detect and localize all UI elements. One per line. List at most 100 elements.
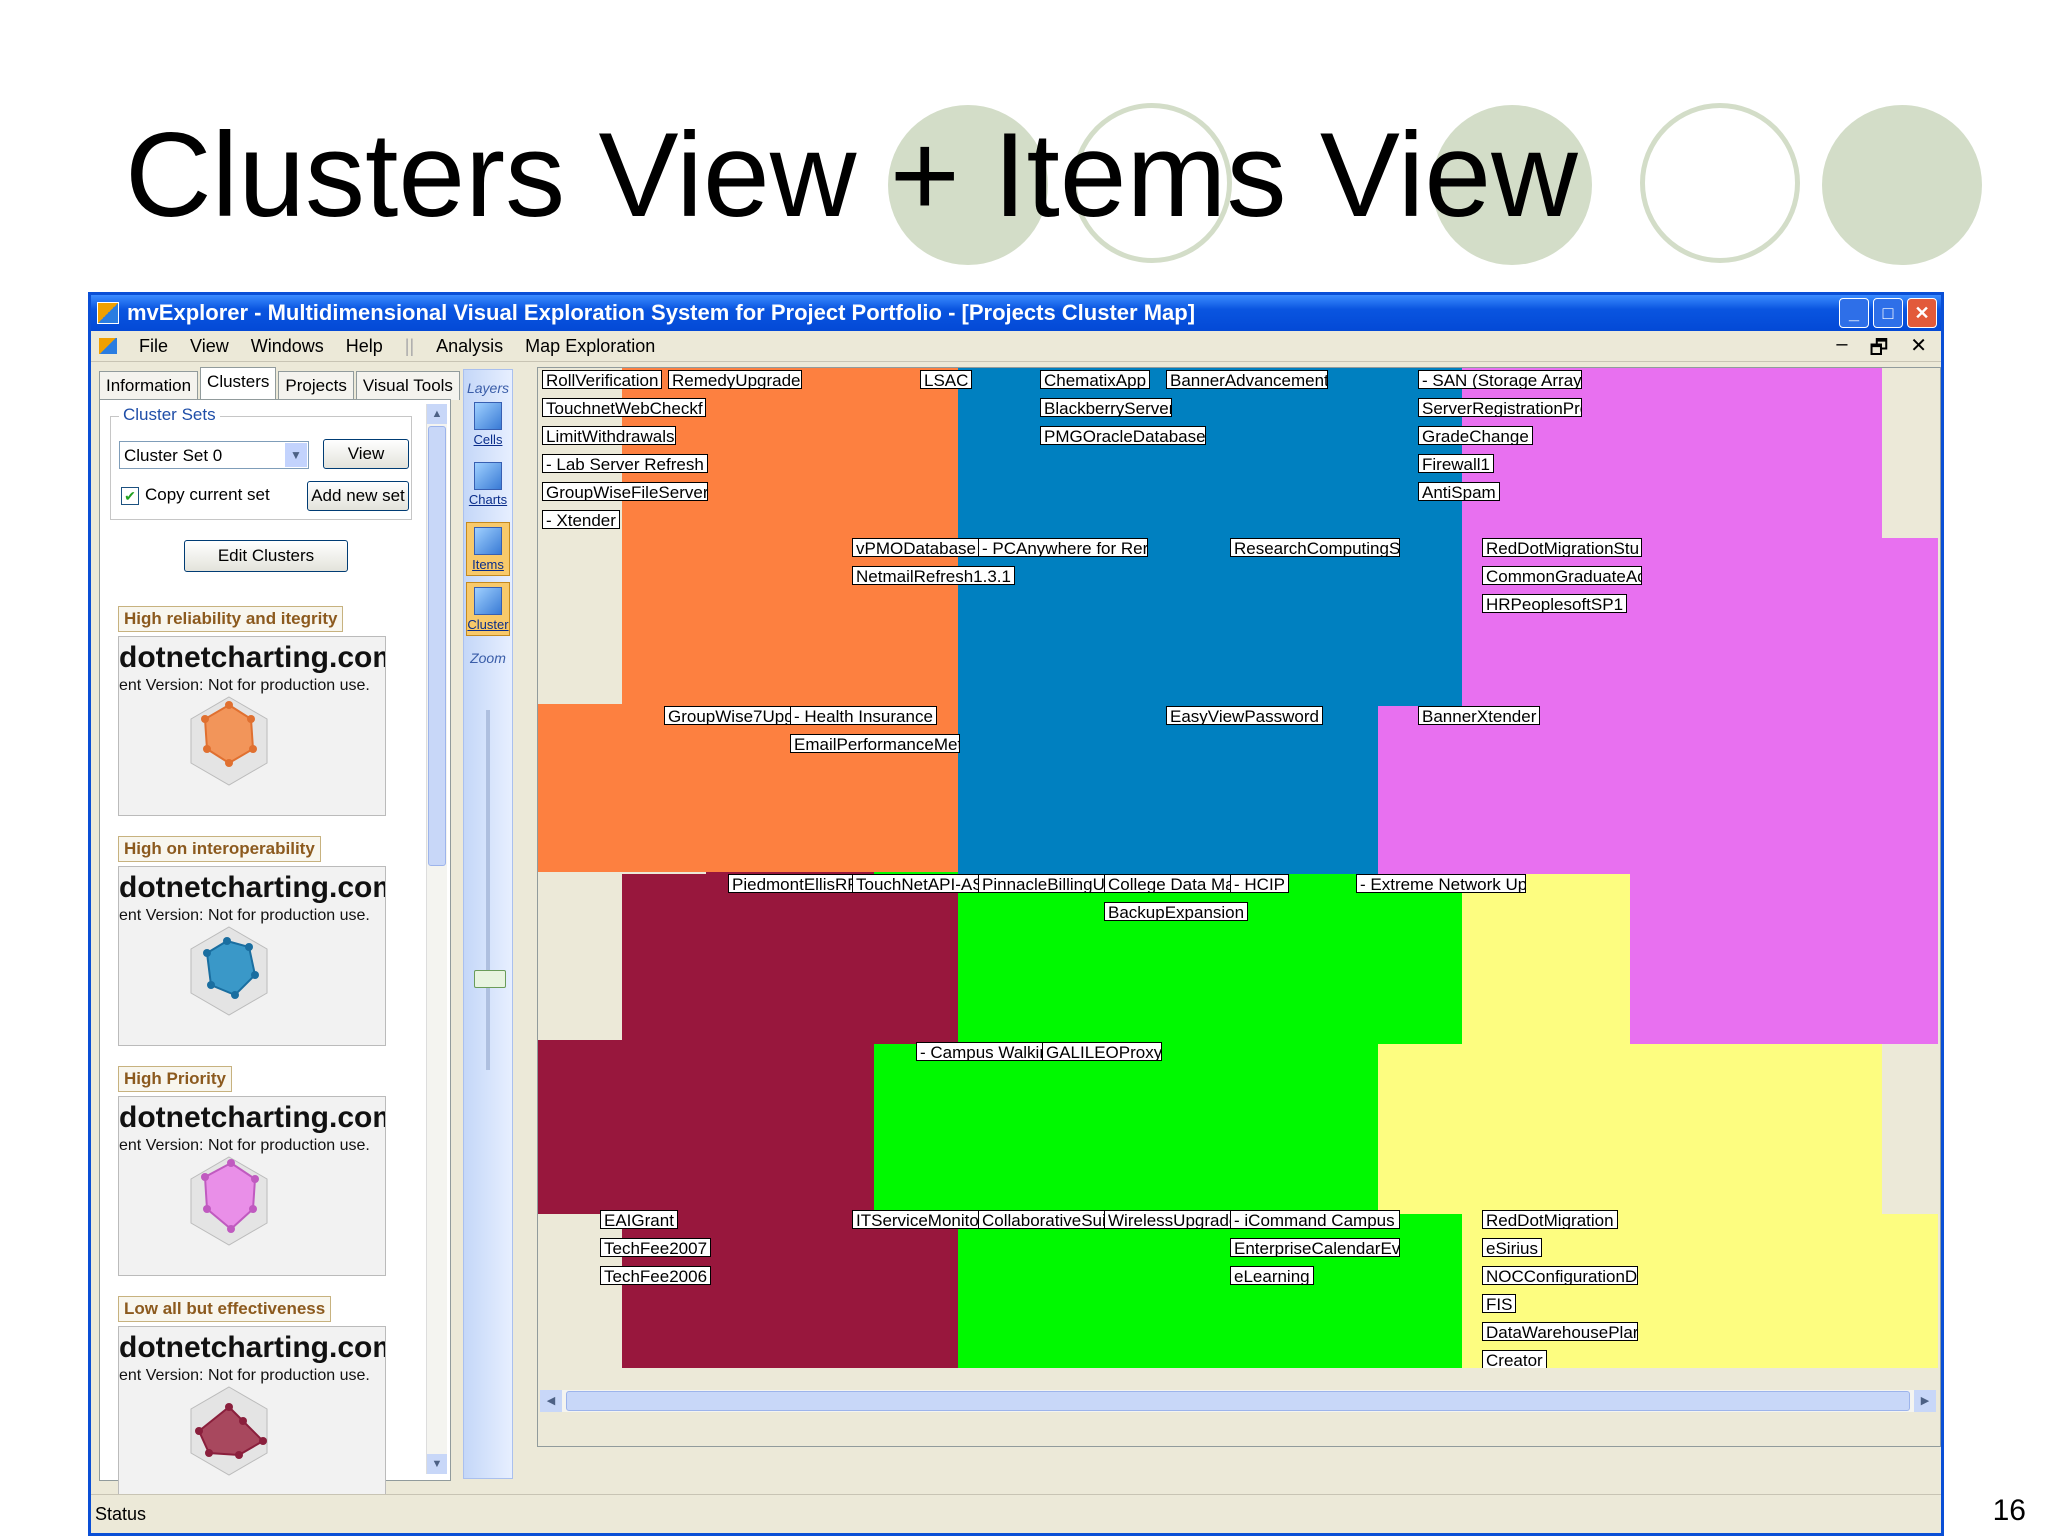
cluster-card[interactable]: High Priority dotnetcharting.com ent Versi… [114,1066,386,1278]
project-item-label[interactable]: - iCommand Campus I [1230,1210,1400,1229]
cluster-card[interactable]: High on interoperability dotnetcharting.c… [114,836,386,1048]
cluster-list-scrollbar[interactable]: ▲ ▼ [426,404,447,1474]
project-item-label[interactable]: Creator [1482,1350,1547,1368]
cluster-region-violet[interactable] [1630,874,1938,1044]
project-item-label[interactable]: EAIGrant [600,1210,678,1229]
cluster-cell-orange[interactable] [538,704,706,872]
tab-clusters[interactable]: Clusters [200,367,277,400]
project-item-label[interactable]: vPMODatabase [852,538,980,557]
menu-app-icon[interactable] [99,338,117,354]
tab-information[interactable]: Information [99,371,199,400]
project-item-label[interactable]: TechFee2007 [600,1238,712,1257]
project-item-label[interactable]: NOCConfigurationD [1482,1266,1638,1285]
menu-view[interactable]: View [190,336,229,357]
project-item-label[interactable]: LimitWithdrawals [542,426,676,445]
zoom-slider-thumb[interactable] [474,970,506,988]
tab-projects[interactable]: Projects [278,371,354,400]
project-item-label[interactable]: GroupWiseFileServerl [542,482,708,501]
tab-visual-tools[interactable]: Visual Tools [355,371,460,400]
maximize-button[interactable]: □ [1873,298,1903,328]
project-item-label[interactable]: Firewall1 [1418,454,1494,473]
project-item-label[interactable]: PMGOracleDatabase [1040,426,1206,445]
cluster-region-maroon[interactable] [538,1044,622,1214]
project-item-label[interactable]: WirelessUpgrade [1104,1210,1243,1229]
mdi-close-button[interactable]: ✕ [1910,333,1927,367]
project-item-label[interactable]: eSirius [1482,1238,1542,1257]
menu-windows[interactable]: Windows [251,336,324,357]
project-item-label[interactable]: ServerRegistrationPro [1418,398,1582,417]
window-titlebar[interactable]: mvExplorer - Multidimensional Visual Exp… [91,295,1941,331]
cluster-region-violet[interactable] [1546,368,1882,538]
add-new-set-button[interactable]: Add new set [307,481,409,511]
project-item-label[interactable]: EmailPerformanceMet [790,734,960,753]
map-horizontal-scrollbar[interactable]: ◀ ▶ [540,1390,1936,1412]
cluster-set-select[interactable]: Cluster Set 0 ▼ [119,441,309,469]
project-item-label[interactable]: - Extreme Network Up [1356,874,1526,893]
project-item-label[interactable]: - HCIP [1230,874,1289,893]
cluster-region-yellow[interactable] [1378,1044,1882,1214]
layer-button-charts[interactable]: Charts [466,462,510,516]
layer-button-cluster[interactable]: Cluster [466,582,510,636]
project-item-label[interactable]: - Health Insurance [790,706,937,725]
mdi-restore-button[interactable]: 🗗 [1869,333,1888,367]
menu-analysis[interactable]: Analysis [436,336,503,357]
project-item-label[interactable]: BlackberryServer [1040,398,1172,417]
project-item-label[interactable]: ResearchComputingS [1230,538,1400,557]
cluster-region-green[interactable] [958,874,1462,1044]
project-item-label[interactable]: - Xtender [542,510,620,529]
project-item-label[interactable]: BackupExpansion [1104,902,1249,921]
map-scroll-thumb[interactable] [566,1391,1910,1411]
cluster-region-green[interactable] [874,1044,1378,1214]
project-item-label[interactable]: LSAC [920,370,973,389]
project-item-label[interactable]: - Lab Server Refresh [542,454,708,473]
cluster-region-yellow[interactable] [1462,874,1630,1044]
project-item-label[interactable]: DataWarehousePlar [1482,1322,1638,1341]
layer-button-cells[interactable]: Cells [466,402,510,456]
scroll-thumb[interactable] [428,426,446,866]
project-item-label[interactable]: TouchnetWebCheckf [542,398,706,417]
project-item-label[interactable]: TechFee2006 [600,1266,712,1285]
chevron-down-icon[interactable]: ▼ [285,443,307,467]
project-item-label[interactable]: - PCAnywhere for Rer [978,538,1148,557]
project-item-label[interactable]: - SAN (Storage Arrays [1418,370,1582,389]
project-item-label[interactable]: RedDotMigration [1482,1210,1618,1229]
menu-file[interactable]: File [139,336,168,357]
project-item-label[interactable]: HRPeoplesoftSP1 [1482,594,1628,613]
cluster-region-blue[interactable] [958,368,1462,538]
project-item-label[interactable]: EasyViewPassword [1166,706,1323,725]
scroll-up-icon[interactable]: ▲ [427,404,447,424]
project-item-label[interactable]: College Data Mart [1104,874,1250,893]
project-item-label[interactable]: NetmailRefresh1.3.1 [852,566,1015,585]
project-item-label[interactable]: TouchNetAPI-AS [852,874,988,893]
cluster-map[interactable]: RollVerification RemedyUpgrade LSAC Chemati… [538,368,1938,1368]
cluster-cell-orange[interactable] [706,704,874,872]
scroll-down-icon[interactable]: ▼ [427,1454,447,1474]
scroll-right-icon[interactable]: ▶ [1914,1390,1936,1412]
menu-map-exploration[interactable]: Map Exploration [525,336,655,357]
cluster-card[interactable]: Low all but effectiveness dotnetcharting.… [114,1296,386,1508]
project-item-label[interactable]: BannerXtender [1418,706,1541,725]
project-item-label[interactable]: GALILEOProxy [1042,1042,1162,1061]
view-button[interactable]: View [323,439,409,469]
project-item-label[interactable]: BannerAdvancement [1166,370,1328,389]
menu-help[interactable]: Help [346,336,383,357]
project-item-label[interactable]: CollaborativeSuite [978,1210,1124,1229]
project-item-label[interactable]: eLearning [1230,1266,1314,1285]
project-item-label[interactable]: AntiSpam [1418,482,1500,501]
close-button[interactable]: ✕ [1907,298,1937,328]
project-item-label[interactable]: GradeChange [1418,426,1533,445]
project-item-label[interactable]: EnterpriseCalendarEv [1230,1238,1400,1257]
cluster-region-violet[interactable] [1378,706,1546,874]
project-item-label[interactable]: RollVerification [542,370,663,389]
project-item-label[interactable]: CommonGraduateAc [1482,566,1642,585]
project-item-label[interactable]: RedDotMigrationStu [1482,538,1642,557]
mdi-minimize-button[interactable]: – [1836,333,1847,367]
zoom-track[interactable] [486,710,490,1070]
cluster-card[interactable]: High reliability and itegrity dotnetchart… [114,606,386,818]
layer-button-items[interactable]: Items [466,522,510,576]
edit-clusters-button[interactable]: Edit Clusters [184,540,348,572]
project-item-label[interactable]: FIS [1482,1294,1517,1313]
project-item-label[interactable]: ChematixApp [1040,370,1150,389]
project-item-label[interactable]: RemedyUpgrade [668,370,802,389]
scroll-left-icon[interactable]: ◀ [540,1390,562,1412]
